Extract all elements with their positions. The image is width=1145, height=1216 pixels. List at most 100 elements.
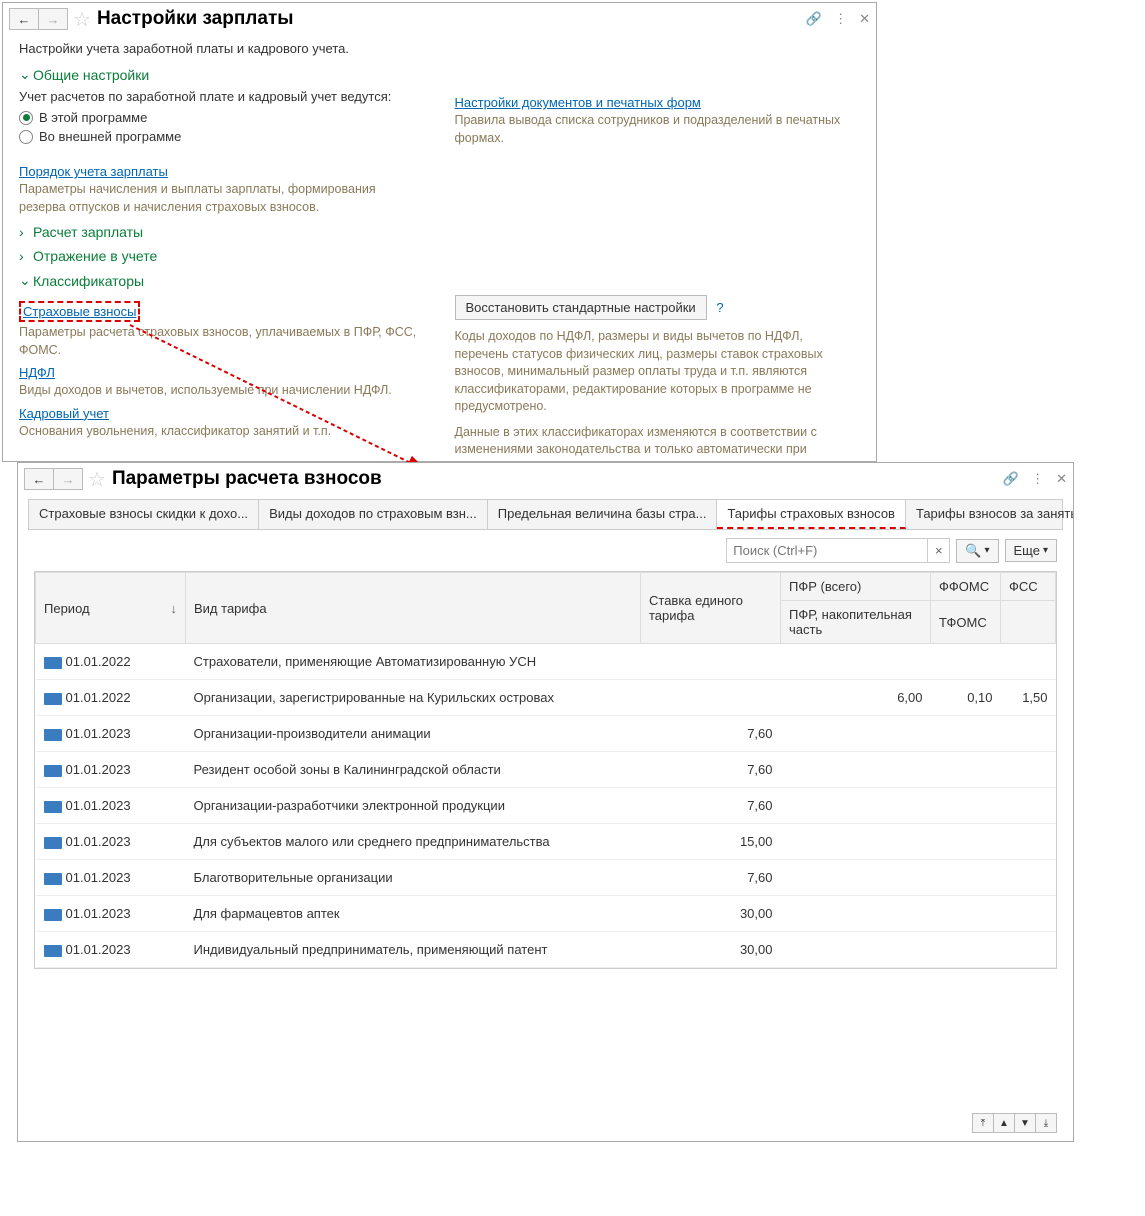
table-row[interactable]: 01.01.2023Для фармацевтов аптек30,00 xyxy=(36,896,1056,932)
titlebar-actions2: 🔗 ⋮ ✕ xyxy=(1003,471,1067,487)
link-insurance-contributions[interactable]: Страховые взносы xyxy=(19,301,140,322)
table-row[interactable]: 01.01.2022Организации, зарегистрированны… xyxy=(36,680,1056,716)
table-row[interactable]: 01.01.2023Индивидуальный предприниматель… xyxy=(36,932,1056,968)
table-toolbar: × 🔍 ▾ Еще ▾ xyxy=(18,530,1073,571)
cell-pfr xyxy=(781,788,931,824)
cell-type: Организации-разработчики электронной про… xyxy=(186,788,641,824)
scroll-bottom-button[interactable]: ⤓ xyxy=(1035,1113,1057,1133)
params-window: ← → ☆ Параметры расчета взносов 🔗 ⋮ ✕ Ст… xyxy=(17,462,1074,1142)
link-icon[interactable]: 🔗 xyxy=(806,11,822,27)
content-area: Настройки учета заработной платы и кадро… xyxy=(3,35,876,462)
tab-2[interactable]: Предельная величина базы стра... xyxy=(488,500,718,529)
nav-back-button[interactable]: ← xyxy=(9,8,39,30)
tab-0[interactable]: Страховые взносы скидки к дохо... xyxy=(29,500,259,529)
cell-fss xyxy=(1001,932,1056,968)
cell-type: Для субъектов малого или среднего предпр… xyxy=(186,824,641,860)
cell-ffoms xyxy=(931,896,1001,932)
row-icon xyxy=(44,909,62,921)
nav-forward-button[interactable]: → xyxy=(53,468,83,490)
col-period[interactable]: Период xyxy=(36,573,186,644)
close-icon[interactable]: ✕ xyxy=(859,11,870,27)
tab-1[interactable]: Виды доходов по страховым взн... xyxy=(259,500,488,529)
cell-rate: 7,60 xyxy=(641,752,781,788)
more-menu-icon[interactable]: ⋮ xyxy=(834,11,847,27)
search-clear-button[interactable]: × xyxy=(927,539,949,562)
radio-this-program[interactable]: В этой программе xyxy=(19,110,425,125)
table-row[interactable]: 01.01.2023Организации-разработчики элект… xyxy=(36,788,1056,824)
accounting-label: Учет расчетов по заработной плате и кадр… xyxy=(19,89,425,104)
col-rate[interactable]: Ставка единого тарифа xyxy=(641,573,781,644)
cell-ffoms xyxy=(931,752,1001,788)
row-icon xyxy=(44,873,62,885)
scroll-top-button[interactable]: ⤒ xyxy=(972,1113,994,1133)
section-general[interactable]: ⌄ Общие настройки xyxy=(19,66,860,83)
section-payroll-calc[interactable]: › Расчет зарплаты xyxy=(19,224,860,240)
table-row[interactable]: 01.01.2023Для субъектов малого или средн… xyxy=(36,824,1056,860)
cell-rate: 30,00 xyxy=(641,896,781,932)
row-icon xyxy=(44,801,62,813)
row-icon xyxy=(44,837,62,849)
link-doc-settings[interactable]: Настройки документов и печатных форм xyxy=(455,95,701,110)
scroll-up-button[interactable]: ▲ xyxy=(993,1113,1015,1133)
col-fss[interactable]: ФСС xyxy=(1001,573,1056,601)
nav-back-button[interactable]: ← xyxy=(24,468,54,490)
close-icon[interactable]: ✕ xyxy=(1056,471,1067,487)
link-payroll-order[interactable]: Порядок учета зарплаты xyxy=(19,164,168,179)
cell-period: 01.01.2023 xyxy=(36,716,186,752)
cell-type: Для фармацевтов аптек xyxy=(186,896,641,932)
tab-3[interactable]: Тарифы страховых взносов xyxy=(717,500,906,529)
col-type[interactable]: Вид тарифа xyxy=(186,573,641,644)
section-reflection[interactable]: › Отражение в учете xyxy=(19,248,860,264)
caret-down-icon: ▾ xyxy=(1043,545,1048,556)
settings-window: ← → ☆ Настройки зарплаты 🔗 ⋮ ✕ Настройки… xyxy=(2,2,877,462)
chevron-down-icon: ⌄ xyxy=(19,66,33,83)
cell-period: 01.01.2022 xyxy=(36,680,186,716)
nav-forward-button[interactable]: → xyxy=(38,8,68,30)
col-tfoms[interactable]: ТФОМС xyxy=(931,601,1001,644)
link-icon[interactable]: 🔗 xyxy=(1003,471,1019,487)
row-icon xyxy=(44,765,62,777)
cell-rate: 7,60 xyxy=(641,860,781,896)
cell-rate xyxy=(641,680,781,716)
link-hr[interactable]: Кадровый учет xyxy=(19,406,109,421)
table-row[interactable]: 01.01.2023Благотворительные организации7… xyxy=(36,860,1056,896)
cell-fss: 1,50 xyxy=(1001,680,1056,716)
favorite-star-icon[interactable]: ☆ xyxy=(88,467,106,492)
restore-defaults-button[interactable]: Восстановить стандартные настройки xyxy=(455,295,707,320)
col-pfr-save[interactable]: ПФР, накопительная часть xyxy=(781,601,931,644)
window-title2: Параметры расчета взносов xyxy=(112,468,382,490)
scroll-down-button[interactable]: ▼ xyxy=(1014,1113,1036,1133)
window-title: Настройки зарплаты xyxy=(97,8,294,30)
search-settings-button[interactable]: 🔍 ▾ xyxy=(956,539,998,563)
link-ndfl[interactable]: НДФЛ xyxy=(19,365,55,380)
radio-external-program[interactable]: Во внешней программе xyxy=(19,129,425,144)
row-icon xyxy=(44,693,62,705)
general-columns: Учет расчетов по заработной плате и кадр… xyxy=(19,89,860,216)
col-ffoms[interactable]: ФФОМС xyxy=(931,573,1001,601)
cell-fss xyxy=(1001,752,1056,788)
table-row[interactable]: 01.01.2022Страхователи, применяющие Авто… xyxy=(36,644,1056,680)
more-menu-icon[interactable]: ⋮ xyxy=(1031,471,1044,487)
table-row[interactable]: 01.01.2023Резидент особой зоны в Калинин… xyxy=(36,752,1056,788)
cell-ffoms xyxy=(931,788,1001,824)
cell-type: Индивидуальный предприниматель, применяю… xyxy=(186,932,641,968)
help-icon[interactable]: ? xyxy=(716,300,723,315)
cell-ffoms xyxy=(931,824,1001,860)
help-payroll-order: Параметры начисления и выплаты зарплаты,… xyxy=(19,181,425,216)
col-fss-sub[interactable] xyxy=(1001,601,1056,644)
favorite-star-icon[interactable]: ☆ xyxy=(73,7,91,32)
col-pfr-total[interactable]: ПФР (всего) xyxy=(781,573,931,601)
tab-4[interactable]: Тарифы взносов за занятых на ра... xyxy=(906,500,1074,529)
table-row[interactable]: 01.01.2023Организации-производители аним… xyxy=(36,716,1056,752)
more-button[interactable]: Еще ▾ xyxy=(1005,539,1057,562)
cell-type: Резидент особой зоны в Калининградской о… xyxy=(186,752,641,788)
search-input[interactable] xyxy=(727,539,927,562)
cell-fss xyxy=(1001,824,1056,860)
help-ndfl: Виды доходов и вычетов, используемые при… xyxy=(19,382,425,400)
section-classifiers[interactable]: ⌄ Классификаторы xyxy=(19,272,860,289)
cell-pfr xyxy=(781,824,931,860)
titlebar2: ← → ☆ Параметры расчета взносов 🔗 ⋮ ✕ xyxy=(18,463,1073,495)
magnifier-icon: 🔍 xyxy=(965,543,981,559)
scroll-controls: ⤒ ▲ ▼ ⤓ xyxy=(973,1113,1057,1133)
titlebar-actions: 🔗 ⋮ ✕ xyxy=(806,11,870,27)
